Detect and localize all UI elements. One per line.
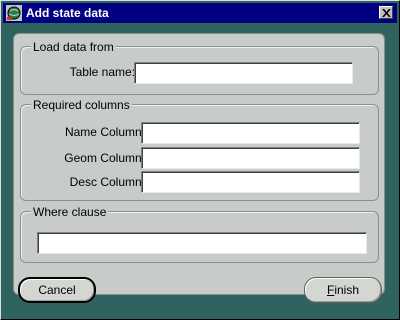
close-button[interactable] bbox=[379, 6, 393, 19]
window-title: Add state data bbox=[26, 6, 109, 20]
required-columns-group: Required columns Name Column: Geom Colum… bbox=[20, 98, 379, 201]
content-frame: Load data from Table name: Required colu… bbox=[13, 33, 385, 295]
close-icon bbox=[382, 9, 391, 17]
where-clause-input[interactable] bbox=[37, 232, 367, 254]
cancel-button-label: Cancel bbox=[38, 283, 76, 297]
dialog-body: Load data from Table name: Required colu… bbox=[7, 29, 392, 295]
load-data-group-title: Load data from bbox=[31, 40, 116, 54]
geom-column-label: Geom Column: bbox=[64, 151, 145, 165]
desc-column-label: Desc Column: bbox=[69, 175, 145, 189]
table-name-label: Table name: bbox=[69, 65, 135, 79]
name-column-input[interactable] bbox=[141, 122, 360, 144]
cancel-button[interactable]: Cancel bbox=[18, 277, 96, 303]
where-clause-group-title: Where clause bbox=[31, 205, 109, 219]
geom-column-input[interactable] bbox=[141, 147, 360, 169]
finish-button[interactable]: Finish bbox=[304, 277, 382, 303]
required-columns-group-title: Required columns bbox=[31, 98, 132, 112]
table-name-input[interactable] bbox=[134, 62, 353, 84]
title-bar[interactable]: Add state data bbox=[3, 3, 397, 23]
name-column-label: Name Column: bbox=[64, 125, 145, 139]
globe-app-icon bbox=[6, 5, 22, 21]
finish-button-label: inish bbox=[334, 283, 360, 297]
where-clause-group: Where clause bbox=[20, 205, 379, 263]
load-data-group: Load data from Table name: bbox=[20, 40, 379, 95]
desc-column-input[interactable] bbox=[141, 171, 360, 193]
dialog-window: Add state data Load data from Table name… bbox=[0, 0, 400, 320]
